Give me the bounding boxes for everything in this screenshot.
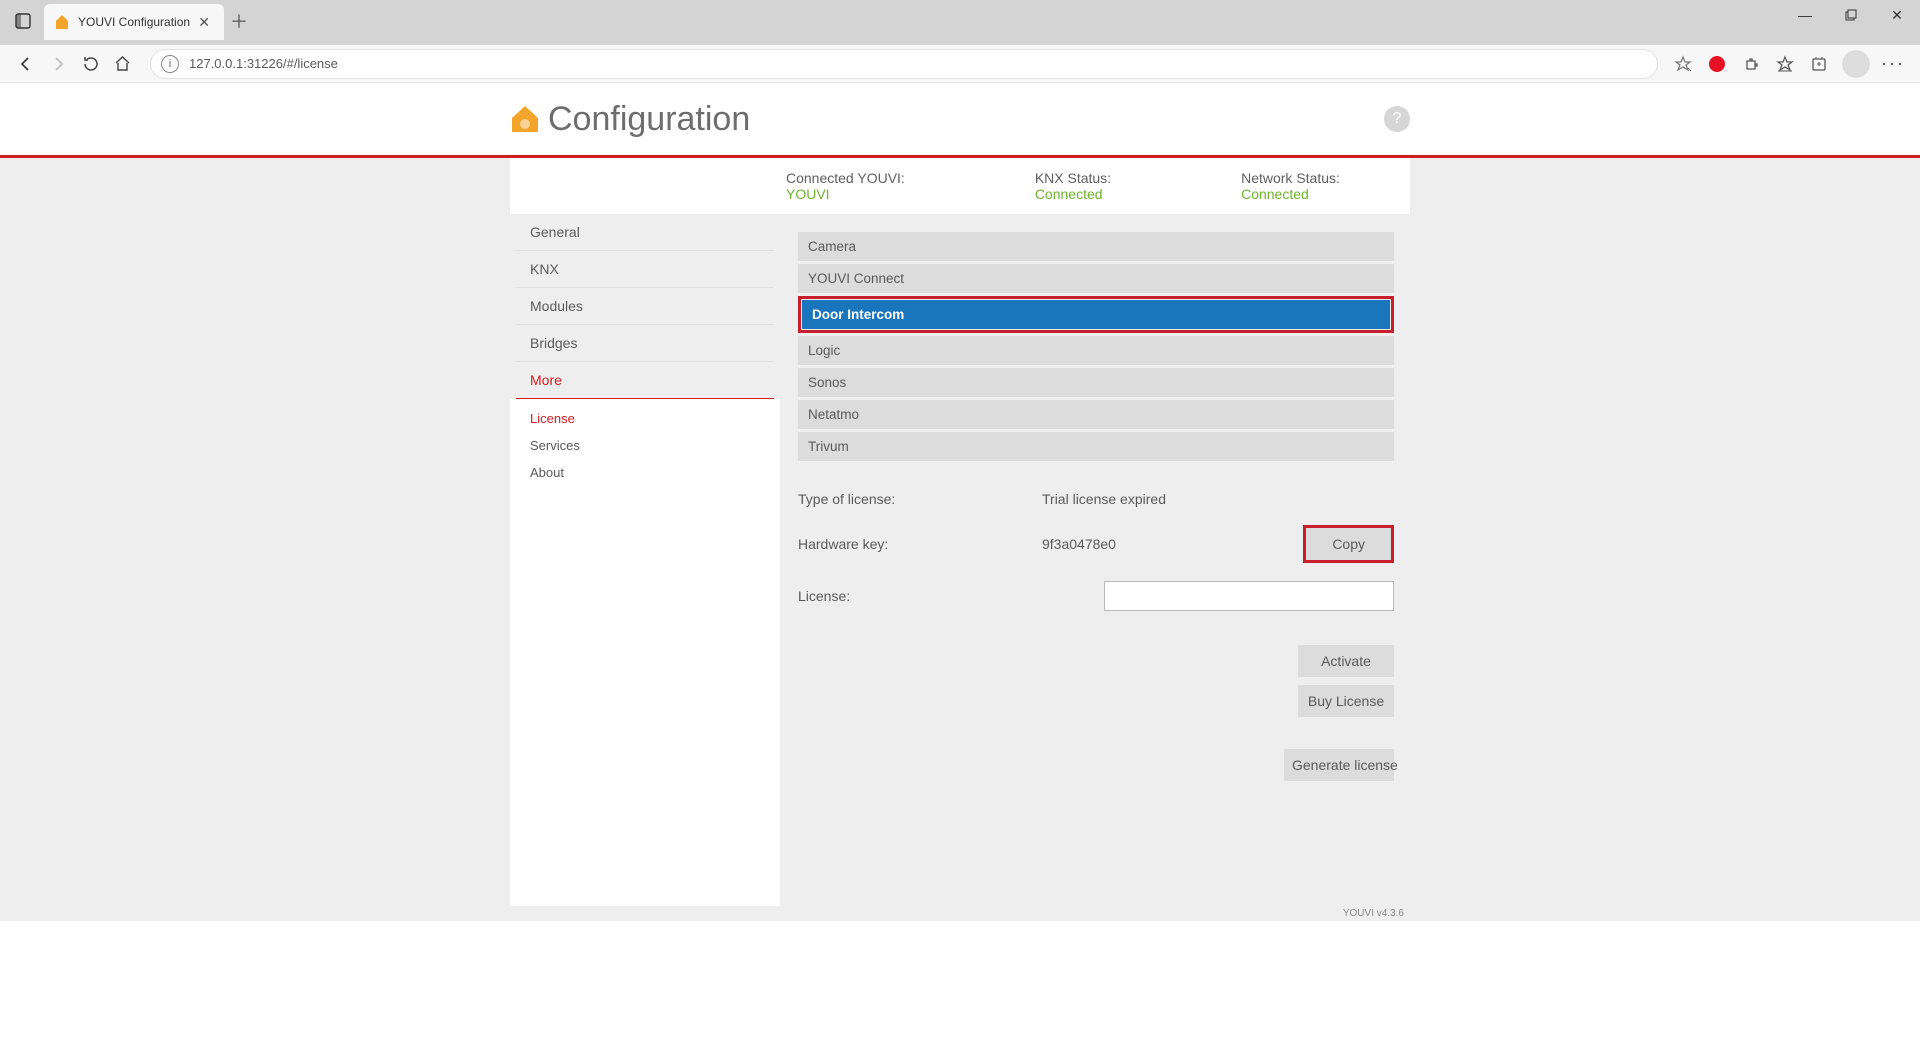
license-item-trivum[interactable]: Trivum: [798, 432, 1394, 461]
favorites-bar-icon[interactable]: [1768, 47, 1802, 81]
url-text: 127.0.0.1:31226/#/license: [189, 56, 338, 71]
license-type-label: Type of license:: [798, 491, 1042, 507]
connected-youvi-label: Connected YOUVI:: [786, 170, 905, 186]
url-input[interactable]: i 127.0.0.1:31226/#/license: [150, 49, 1658, 79]
extension-icon[interactable]: [1700, 47, 1734, 81]
favorite-icon[interactable]: [1666, 47, 1700, 81]
menu-icon[interactable]: ···: [1876, 47, 1910, 81]
license-item-sonos[interactable]: Sonos: [798, 368, 1394, 397]
highlight-door-intercom: Door Intercom: [798, 296, 1394, 333]
sidebar-item-knx[interactable]: KNX: [516, 251, 774, 288]
browser-tab[interactable]: YOUVI Configuration ✕: [44, 4, 224, 40]
network-status-label: Network Status:: [1241, 170, 1340, 186]
nav-forward-button[interactable]: [42, 48, 74, 80]
favicon-icon: [54, 14, 70, 30]
nav-back-button[interactable]: [10, 48, 42, 80]
status-bar: Connected YOUVI: YOUVI KNX Status: Conne…: [510, 158, 1410, 214]
copy-button[interactable]: Copy: [1306, 528, 1391, 560]
license-item-youvi-connect[interactable]: YOUVI Connect: [798, 264, 1394, 293]
page-header: Configuration ?: [510, 83, 1410, 155]
maximize-button[interactable]: [1828, 0, 1874, 30]
app-logo-icon: [510, 104, 540, 134]
knx-status-value: Connected: [1035, 186, 1111, 202]
network-status-value: Connected: [1241, 186, 1340, 202]
sidebar-item-modules[interactable]: Modules: [516, 288, 774, 325]
buy-license-button[interactable]: Buy License: [1298, 685, 1394, 717]
license-list: Camera YOUVI Connect Door Intercom Logic…: [798, 232, 1394, 461]
license-item-logic[interactable]: Logic: [798, 336, 1394, 365]
hardware-key-value: 9f3a0478e0: [1042, 536, 1303, 552]
sidebar-item-general[interactable]: General: [516, 214, 774, 251]
license-type-value: Trial license expired: [1042, 491, 1394, 507]
page-title: Configuration: [548, 100, 750, 139]
sidebar-item-bridges[interactable]: Bridges: [516, 325, 774, 362]
tab-actions-icon[interactable]: [8, 6, 38, 36]
minimize-button[interactable]: ―: [1782, 0, 1828, 30]
main-content: Camera YOUVI Connect Door Intercom Logic…: [780, 214, 1410, 906]
license-item-netatmo[interactable]: Netatmo: [798, 400, 1394, 429]
license-item-door-intercom[interactable]: Door Intercom: [802, 300, 1390, 329]
close-window-button[interactable]: ✕: [1874, 0, 1920, 30]
new-tab-button[interactable]: ＋: [224, 6, 254, 36]
sidebar-item-more[interactable]: More: [516, 362, 774, 399]
activate-button[interactable]: Activate: [1298, 645, 1394, 677]
tab-title: YOUVI Configuration: [78, 15, 190, 29]
license-input-label: License:: [798, 588, 1042, 604]
refresh-button[interactable]: [74, 48, 106, 80]
connected-youvi-value: YOUVI: [786, 186, 905, 202]
profile-avatar[interactable]: [1842, 50, 1870, 78]
home-button[interactable]: [106, 48, 138, 80]
version-footer: YOUVI v4.3.6: [510, 906, 1410, 921]
license-item-camera[interactable]: Camera: [798, 232, 1394, 261]
knx-status-label: KNX Status:: [1035, 170, 1111, 186]
sidebar-sub-services[interactable]: Services: [510, 432, 780, 459]
sidebar: General KNX Modules Bridges More License…: [510, 214, 780, 906]
highlight-copy: Copy: [1303, 525, 1394, 563]
extensions-menu-icon[interactable]: [1734, 47, 1768, 81]
license-input[interactable]: [1104, 581, 1394, 611]
sidebar-sub-about[interactable]: About: [510, 459, 780, 486]
generate-license-button[interactable]: Generate license: [1284, 749, 1394, 781]
address-bar: i 127.0.0.1:31226/#/license ···: [0, 45, 1920, 83]
sidebar-sub-license[interactable]: License: [510, 399, 780, 432]
help-icon[interactable]: ?: [1384, 106, 1410, 132]
collections-icon[interactable]: [1802, 47, 1836, 81]
window-titlebar: YOUVI Configuration ✕ ＋ ― ✕: [0, 0, 1920, 45]
tab-close-icon[interactable]: ✕: [194, 14, 214, 31]
site-info-icon[interactable]: i: [161, 55, 179, 73]
window-controls: ― ✕: [1782, 0, 1920, 30]
hardware-key-label: Hardware key:: [798, 536, 1042, 552]
